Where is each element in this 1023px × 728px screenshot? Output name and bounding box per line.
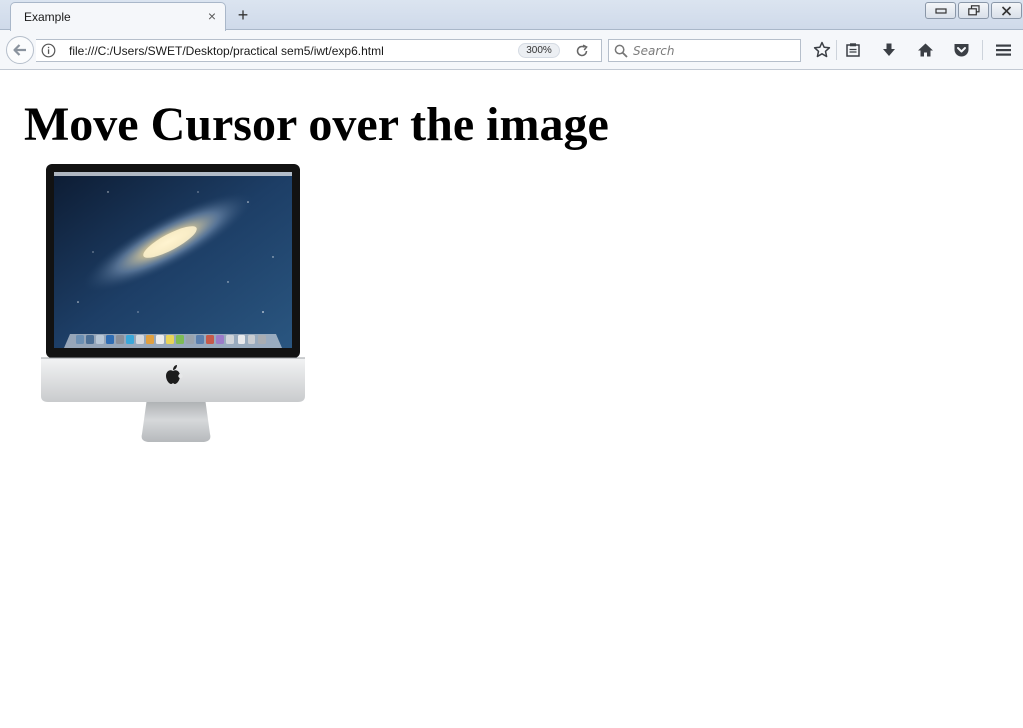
new-tab-button[interactable]: +: [233, 5, 253, 25]
imac-stand: [141, 398, 211, 442]
download-button[interactable]: [878, 40, 900, 60]
reader-view-icon: [846, 43, 860, 57]
restore-button[interactable]: [958, 2, 989, 19]
home-icon: [917, 43, 933, 57]
hamburger-menu-icon: [995, 44, 1011, 56]
tab-example[interactable]: Example ×: [10, 2, 226, 31]
close-window-icon: [1001, 5, 1012, 16]
toolbar-separator: [982, 40, 983, 60]
search-icon: [614, 44, 628, 58]
back-button[interactable]: [6, 36, 34, 64]
tab-title: Example: [24, 10, 71, 24]
bookmark-button[interactable]: [811, 40, 833, 60]
home-button[interactable]: [914, 40, 936, 60]
tab-strip: Example × +: [0, 0, 1023, 31]
page-content: Move Cursor over the image: [0, 71, 1023, 728]
reload-button[interactable]: [573, 42, 591, 60]
info-icon[interactable]: [41, 43, 56, 58]
restore-icon: [967, 5, 980, 16]
search-bar[interactable]: [608, 39, 801, 62]
tab-close-icon[interactable]: ×: [204, 8, 220, 24]
search-input[interactable]: [633, 42, 793, 59]
zoom-level-badge[interactable]: 300%: [518, 43, 560, 58]
menu-button[interactable]: [992, 40, 1014, 60]
star-icon: [813, 41, 831, 58]
minimize-button[interactable]: [925, 2, 956, 19]
close-window-button[interactable]: [991, 2, 1022, 19]
pocket-button[interactable]: [950, 40, 972, 60]
download-icon: [883, 43, 895, 56]
url-bar[interactable]: file:///C:/Users/SWET/Desktop/practical …: [36, 39, 602, 62]
minimize-icon: [934, 7, 947, 14]
reload-icon: [576, 44, 588, 57]
toolbar-separator: [836, 40, 837, 60]
pocket-icon: [954, 44, 968, 57]
page-heading: Move Cursor over the image: [24, 98, 609, 151]
back-arrow-icon: [13, 44, 26, 56]
imac-image[interactable]: [38, 162, 308, 444]
navigation-toolbar: file:///C:/Users/SWET/Desktop/practical …: [0, 30, 1023, 70]
url-text[interactable]: file:///C:/Users/SWET/Desktop/practical …: [69, 44, 384, 58]
reader-view-button[interactable]: [842, 40, 864, 60]
